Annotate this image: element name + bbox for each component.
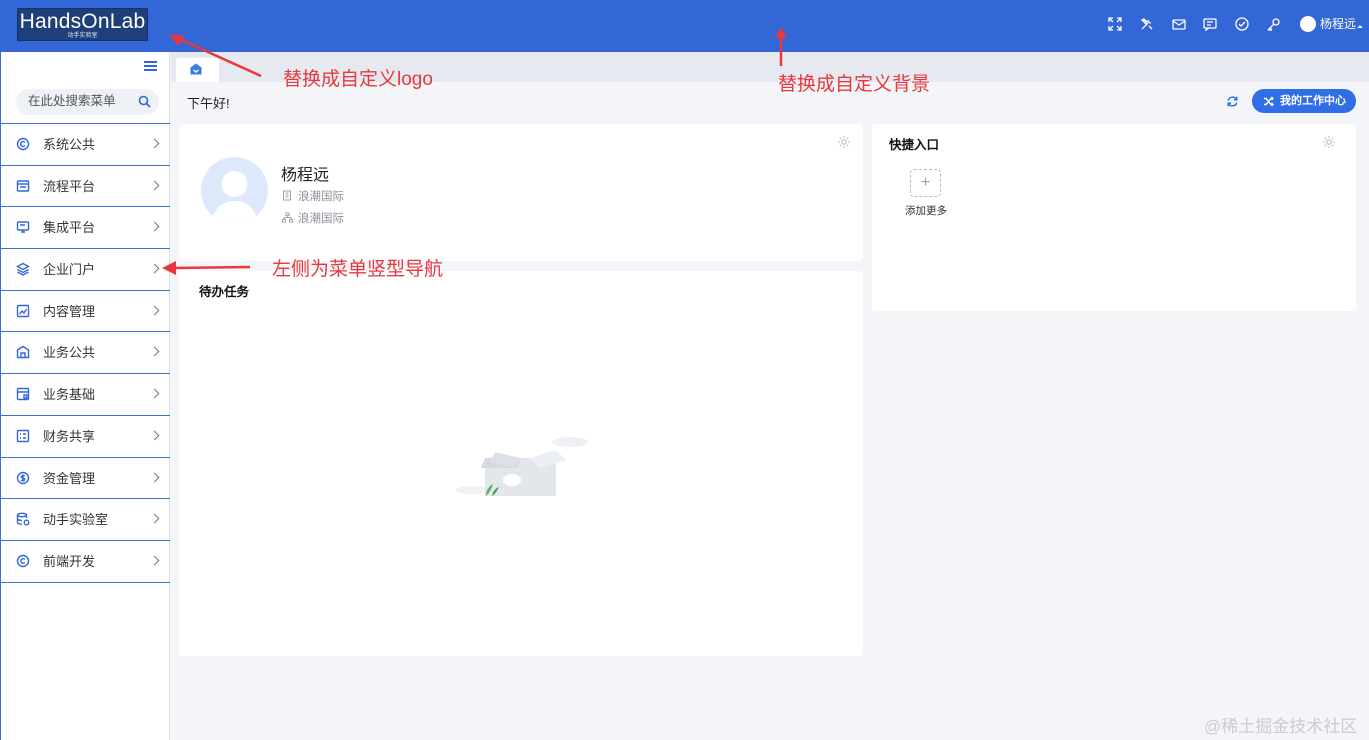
sidebar-item-label: 动手实验室 (43, 512, 109, 528)
sidebar-item-label: 前端开发 (43, 553, 96, 569)
sidebar-item-handsonlab[interactable]: 动手实验室 (1, 499, 170, 541)
sidebar-item-label: 流程平台 (43, 178, 96, 194)
menu-search (16, 89, 159, 115)
sidebar-menu: 系统公共 流程平台 集成平台 企业门户 内容管理 业务公共 业务基础 财务共享 … (1, 123, 170, 583)
company-icon (283, 190, 291, 201)
profile-department: 浪潮国际 (298, 213, 344, 225)
department-icon (282, 212, 293, 223)
gear-icon[interactable] (1322, 135, 1336, 149)
annotation-nav: 左侧为菜单竖型导航 (272, 259, 444, 280)
dollar-icon (16, 471, 30, 485)
sidebar-item-flow[interactable]: 流程平台 (1, 166, 170, 208)
avatar (201, 157, 268, 224)
chart-icon (16, 304, 30, 318)
chevron-right-icon (149, 346, 160, 357)
watermark: @稀土掘金技术社区 (1204, 717, 1358, 736)
plus-icon: + (920, 174, 931, 191)
sidebar-item-label: 财务共享 (43, 428, 96, 444)
sidebar-item-portal[interactable]: 企业门户 (1, 249, 170, 291)
add-more-button[interactable]: + (910, 169, 941, 197)
flow-icon (16, 179, 30, 193)
todo-title: 待办任务 (199, 285, 250, 299)
layers-icon (16, 262, 30, 276)
sidebar-item-business-base[interactable]: 业务基础 (1, 374, 170, 416)
quick-entry-title: 快捷入口 (889, 138, 940, 152)
gear-icon[interactable] (837, 135, 851, 149)
chevron-right-icon (149, 221, 160, 232)
sidebar-item-label: 系统公共 (43, 137, 96, 152)
chevron-right-icon (149, 472, 160, 482)
chevron-right-icon (149, 388, 160, 399)
message-icon[interactable] (1203, 17, 1217, 31)
workcenter-label: 我的工作中心 (1280, 95, 1346, 107)
sidebar-item-label: 内容管理 (43, 303, 96, 319)
integration-icon (16, 220, 30, 234)
database-icon (16, 512, 30, 526)
search-icon[interactable] (138, 95, 151, 108)
sidebar-item-label: 业务基础 (43, 387, 96, 403)
annotation-background: 替换成自定义背景 (778, 74, 931, 95)
sidebar-item-content[interactable]: 内容管理 (1, 291, 170, 333)
key-icon[interactable] (1267, 17, 1281, 31)
user-avatar[interactable] (1300, 16, 1316, 32)
menu-toggle-icon[interactable] (144, 61, 157, 71)
chevron-right-icon (149, 180, 160, 191)
arrow-to-menu-icon (162, 261, 251, 275)
chevron-right-icon (149, 138, 160, 149)
user-name[interactable]: 杨程远 (1320, 17, 1356, 31)
sidebar-item-business-common[interactable]: 业务公共 (1, 332, 170, 375)
sidebar-item-label: 集成平台 (43, 220, 96, 236)
workcenter-button[interactable]: 我的工作中心 (1252, 89, 1356, 113)
profile-name: 杨程远 (281, 167, 330, 184)
list-icon (16, 429, 30, 443)
window-icon (16, 387, 30, 401)
logo-title: HandsOnLab (19, 10, 146, 33)
sidebar-item-label: 资金管理 (43, 470, 96, 486)
empty-box-icon (456, 437, 588, 496)
sidebar-item-finance[interactable]: 财务共享 (1, 416, 170, 458)
refresh-icon[interactable] (1226, 95, 1239, 108)
tools-icon[interactable] (1140, 17, 1154, 31)
chevron-right-icon (149, 430, 160, 441)
check-circle-icon[interactable] (1235, 17, 1249, 31)
fullscreen-icon[interactable] (1108, 17, 1122, 31)
profile-company: 浪潮国际 (298, 191, 344, 203)
user-placeholder-icon (211, 171, 258, 224)
shuffle-icon (1264, 96, 1274, 107)
add-more-label[interactable]: 添加更多 (905, 203, 947, 218)
greeting-text: 下午好! (187, 96, 230, 111)
sidebar-item-integration[interactable]: 集成平台 (1, 207, 170, 250)
system-icon (16, 137, 30, 151)
sidebar-item-label: 企业门户 (43, 262, 96, 278)
logo-subtitle: 动手实验室 (67, 33, 98, 39)
sidebar-item-system[interactable]: 系统公共 (1, 124, 170, 166)
home-shield-icon (16, 345, 30, 359)
chevron-right-icon (149, 555, 160, 566)
user-menu-caret-icon[interactable] (1357, 25, 1363, 31)
annotation-logo: 替换成自定义logo (283, 69, 433, 90)
sidebar-item-label: 业务公共 (43, 345, 96, 361)
chevron-right-icon (149, 513, 160, 524)
sidebar-item-funds[interactable]: 资金管理 (1, 458, 170, 500)
arrow-to-header-icon (775, 27, 787, 66)
sidebar: 系统公共 流程平台 集成平台 企业门户 内容管理 业务公共 (0, 52, 170, 740)
chevron-right-icon (149, 305, 160, 316)
sidebar-item-frontend[interactable]: 前端开发 (1, 541, 170, 583)
chevron-right-icon (149, 263, 160, 274)
logo[interactable]: HandsOnLab 动手实验室 (17, 8, 148, 41)
mail-icon[interactable] (1172, 17, 1186, 31)
arrow-to-logo-icon (169, 34, 262, 78)
copyright-icon (16, 554, 30, 568)
menu-search-input[interactable] (28, 94, 136, 108)
